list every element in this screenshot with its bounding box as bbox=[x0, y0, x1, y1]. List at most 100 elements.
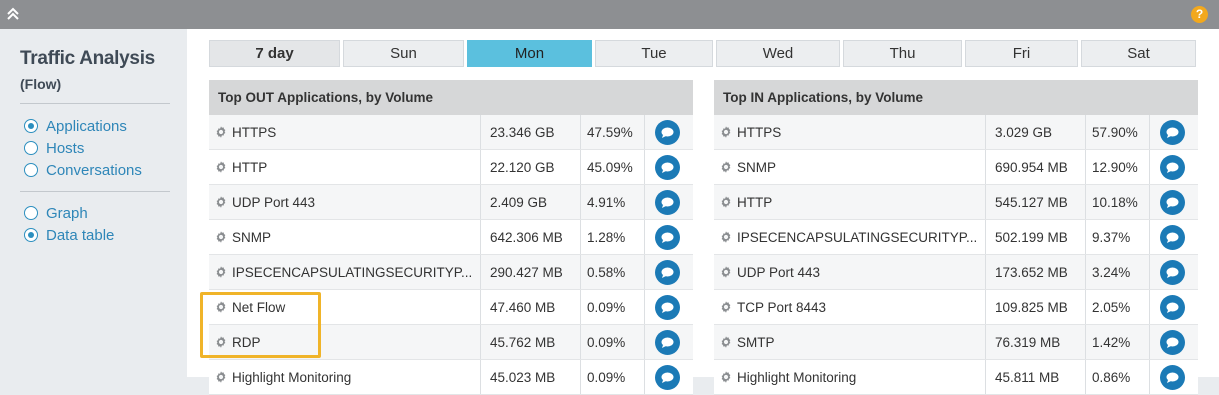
option-label: Graph bbox=[46, 204, 88, 222]
comment-bubble-button[interactable] bbox=[654, 294, 680, 320]
app-name-cell[interactable]: TCP Port 8443 bbox=[714, 290, 986, 324]
view-option-hosts[interactable]: Hosts bbox=[24, 138, 84, 158]
comment-bubble-button[interactable] bbox=[1159, 294, 1185, 320]
radio-button[interactable] bbox=[24, 163, 38, 177]
volume-cell: 45.762 MB bbox=[481, 325, 581, 359]
app-name-cell[interactable]: RDP bbox=[209, 325, 481, 359]
gear-icon[interactable] bbox=[214, 300, 228, 314]
tab-7-day[interactable]: 7 day bbox=[209, 40, 340, 67]
app-name: IPSECENCAPSULATINGSECURITYP... bbox=[737, 229, 978, 245]
gear-icon[interactable] bbox=[719, 195, 733, 209]
table-row: HTTP 22.120 GB 45.09% bbox=[209, 150, 693, 185]
gear-icon[interactable] bbox=[719, 370, 733, 384]
app-name-cell[interactable]: HTTPS bbox=[209, 115, 481, 149]
app-name-cell[interactable]: SNMP bbox=[209, 220, 481, 254]
display-option-data-table[interactable]: Data table bbox=[24, 225, 114, 245]
gear-icon[interactable] bbox=[214, 125, 228, 139]
comment-bubble-button[interactable] bbox=[654, 154, 680, 180]
display-option-graph[interactable]: Graph bbox=[24, 203, 88, 223]
volume-cell: 545.127 MB bbox=[986, 185, 1086, 219]
app-name-cell[interactable]: HTTPS bbox=[714, 115, 986, 149]
app-name-cell[interactable]: HTTP bbox=[209, 150, 481, 184]
radio-button[interactable] bbox=[24, 119, 38, 133]
comment-bubble-button[interactable] bbox=[1159, 224, 1185, 250]
tab-sat[interactable]: Sat bbox=[1081, 40, 1196, 67]
volume-cell: 22.120 GB bbox=[481, 150, 581, 184]
speech-bubble-icon bbox=[661, 127, 673, 138]
app-name-cell[interactable]: Highlight Monitoring bbox=[714, 360, 986, 394]
volume-cell: 109.825 MB bbox=[986, 290, 1086, 324]
volume-cell: 502.199 MB bbox=[986, 220, 1086, 254]
gear-icon[interactable] bbox=[214, 230, 228, 244]
app-name: HTTP bbox=[232, 159, 268, 175]
volume-cell: 642.306 MB bbox=[481, 220, 581, 254]
speech-bubble-icon bbox=[1166, 127, 1178, 138]
view-option-conversations[interactable]: Conversations bbox=[24, 160, 142, 180]
comment-bubble-button[interactable] bbox=[654, 364, 680, 390]
comment-bubble-button[interactable] bbox=[1159, 329, 1185, 355]
speech-bubble-icon bbox=[1166, 337, 1178, 348]
tab-tue[interactable]: Tue bbox=[595, 40, 713, 67]
collapse-icon[interactable] bbox=[4, 5, 22, 23]
gear-icon[interactable] bbox=[719, 230, 733, 244]
gear-icon[interactable] bbox=[214, 370, 228, 384]
comment-bubble-button[interactable] bbox=[1159, 119, 1185, 145]
comment-bubble-button[interactable] bbox=[1159, 154, 1185, 180]
app-name-cell[interactable]: SNMP bbox=[714, 150, 986, 184]
gear-icon[interactable] bbox=[214, 265, 228, 279]
page-subtitle: (Flow) bbox=[20, 76, 62, 92]
speech-bubble-icon bbox=[661, 337, 673, 348]
gear-icon[interactable] bbox=[719, 300, 733, 314]
gear-icon[interactable] bbox=[719, 265, 733, 279]
view-option-applications[interactable]: Applications bbox=[24, 116, 127, 136]
tab-fri[interactable]: Fri bbox=[965, 40, 1078, 67]
out-applications-panel: Top OUT Applications, by Volume HTTPS 23.… bbox=[209, 80, 693, 395]
in-applications-panel: Top IN Applications, by Volume HTTPS 3.02… bbox=[714, 80, 1198, 395]
app-name-cell[interactable]: Net Flow bbox=[209, 290, 481, 324]
radio-button[interactable] bbox=[24, 228, 38, 242]
comment-bubble-button[interactable] bbox=[654, 224, 680, 250]
gear-icon[interactable] bbox=[719, 160, 733, 174]
table-row: HTTPS 3.029 GB 57.90% bbox=[714, 115, 1198, 150]
in-table-title: Top IN Applications, by Volume bbox=[714, 80, 1198, 115]
comment-bubble-button[interactable] bbox=[654, 119, 680, 145]
app-name-cell[interactable]: SMTP bbox=[714, 325, 986, 359]
table-row: SNMP 642.306 MB 1.28% bbox=[209, 220, 693, 255]
app-name: SMTP bbox=[737, 334, 775, 350]
gear-icon[interactable] bbox=[719, 125, 733, 139]
table-row: HTTPS 23.346 GB 47.59% bbox=[209, 115, 693, 150]
day-tabs: 7 day Sun Mon Tue Wed Thu Fri Sat bbox=[209, 40, 1196, 68]
percent-cell: 47.59% bbox=[581, 115, 645, 149]
app-name-cell[interactable]: IPSECENCAPSULATINGSECURITYP... bbox=[209, 255, 481, 289]
app-name: HTTP bbox=[737, 194, 773, 210]
table-row: IPSECENCAPSULATINGSECURITYP... 290.427 MB… bbox=[209, 255, 693, 290]
comment-bubble-button[interactable] bbox=[654, 329, 680, 355]
gear-icon[interactable] bbox=[719, 335, 733, 349]
app-name: TCP Port 8443 bbox=[737, 299, 827, 315]
app-name-cell[interactable]: UDP Port 443 bbox=[714, 255, 986, 289]
comment-bubble-button[interactable] bbox=[1159, 364, 1185, 390]
speech-bubble-icon bbox=[1166, 267, 1178, 278]
tab-wed[interactable]: Wed bbox=[716, 40, 840, 67]
radio-button[interactable] bbox=[24, 206, 38, 220]
help-icon[interactable]: ? bbox=[1191, 6, 1208, 23]
percent-cell: 0.09% bbox=[581, 290, 645, 324]
tab-sun[interactable]: Sun bbox=[343, 40, 464, 67]
app-name-cell[interactable]: IPSECENCAPSULATINGSECURITYP... bbox=[714, 220, 986, 254]
radio-button[interactable] bbox=[24, 141, 38, 155]
gear-icon[interactable] bbox=[214, 335, 228, 349]
gear-icon[interactable] bbox=[214, 160, 228, 174]
comment-bubble-button[interactable] bbox=[1159, 259, 1185, 285]
app-name-cell[interactable]: Highlight Monitoring bbox=[209, 360, 481, 394]
gear-icon[interactable] bbox=[214, 195, 228, 209]
volume-cell: 45.023 MB bbox=[481, 360, 581, 394]
comment-bubble-button[interactable] bbox=[654, 259, 680, 285]
app-name-cell[interactable]: HTTP bbox=[714, 185, 986, 219]
comment-bubble-button[interactable] bbox=[654, 189, 680, 215]
tab-mon[interactable]: Mon bbox=[467, 40, 592, 67]
tab-thu[interactable]: Thu bbox=[843, 40, 962, 67]
comment-bubble-button[interactable] bbox=[1159, 189, 1185, 215]
percent-cell: 1.42% bbox=[1086, 325, 1150, 359]
volume-cell: 2.409 GB bbox=[481, 185, 581, 219]
app-name-cell[interactable]: UDP Port 443 bbox=[209, 185, 481, 219]
